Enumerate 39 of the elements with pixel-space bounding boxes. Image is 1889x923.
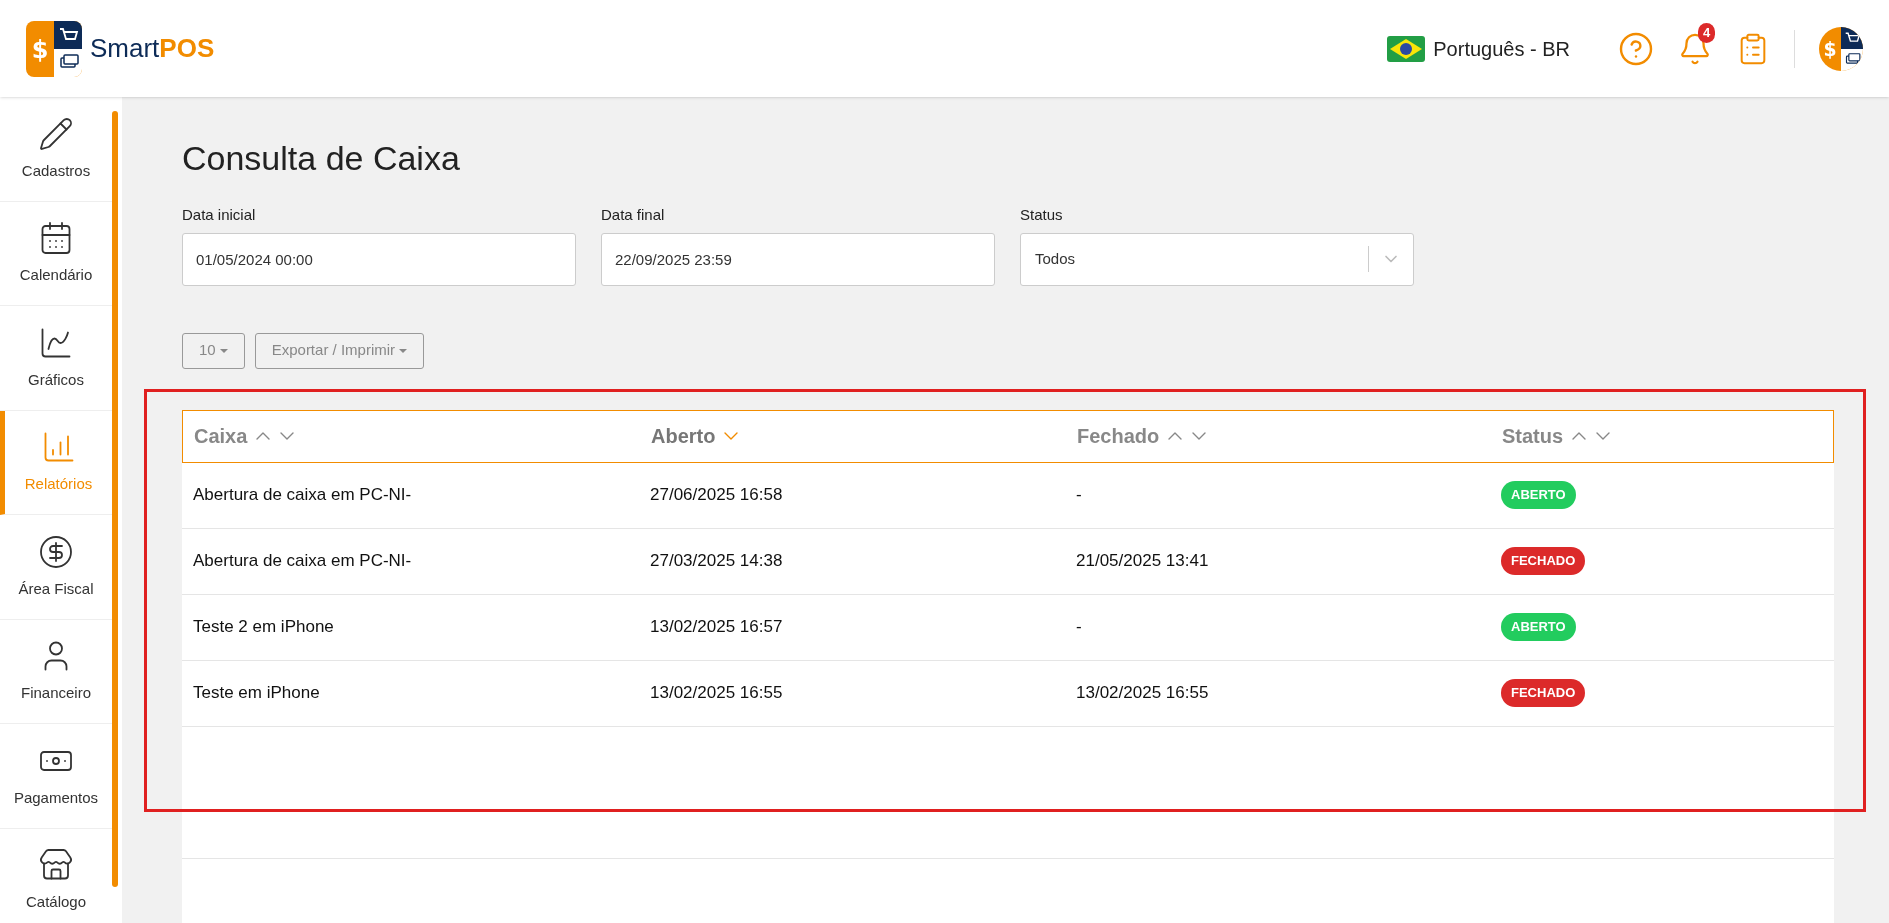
date-input[interactable]: 01/05/2024 00:00 xyxy=(182,232,576,286)
table-cell-text: 27/06/2025 16:58 xyxy=(649,484,784,507)
column-header[interactable]: Caixa xyxy=(183,421,640,451)
table-cell-text: 21/05/2025 13:41 xyxy=(1075,550,1210,573)
table-cell-text: 13/02/2025 16:55 xyxy=(1075,682,1210,705)
field-label: Data inicial xyxy=(182,205,257,225)
page-title: Consulta de Caixa xyxy=(182,138,461,179)
help-icon[interactable] xyxy=(1618,30,1654,67)
caret-icon xyxy=(399,348,408,353)
field-label: Data final xyxy=(601,205,666,225)
table-cell-text: 13/02/2025 16:57 xyxy=(649,616,784,639)
column-header[interactable]: Status xyxy=(1491,421,1833,451)
select-value: Todos xyxy=(1035,248,1077,269)
table-cell-text: - xyxy=(1075,484,1083,507)
caret-icon xyxy=(219,348,228,353)
table-cell-text: Teste em iPhone xyxy=(192,682,321,705)
dollar-circle-icon xyxy=(38,533,74,570)
column-header[interactable]: Fechado xyxy=(1066,421,1491,451)
table-cell-text: Abertura de caixa em PC-NI- xyxy=(192,550,413,573)
table-cell-text: - xyxy=(1075,616,1083,639)
status-badge: FECHADO xyxy=(1501,547,1586,575)
status-badge: ABERTO xyxy=(1501,481,1576,509)
flag-icon xyxy=(1387,35,1426,62)
status-badge: ABERTO xyxy=(1501,613,1576,641)
table-cell-text: Abertura de caixa em PC-NI- xyxy=(192,484,413,507)
column-header[interactable]: Aberto xyxy=(640,421,1066,451)
logo-icon: $ xyxy=(26,20,82,77)
status-select[interactable]: Todos xyxy=(1020,232,1414,286)
table-cell-text: 13/02/2025 16:55 xyxy=(649,682,784,705)
table-cell-text: Teste 2 em iPhone xyxy=(192,616,335,639)
table-cell-text: 27/03/2025 14:38 xyxy=(649,550,784,573)
field-label: Status xyxy=(1020,205,1064,225)
brand-name: SmartPOS xyxy=(90,32,215,65)
language-selector[interactable]: Português - BR xyxy=(1387,33,1570,64)
status-badge: FECHADO xyxy=(1501,679,1586,707)
pencil-icon xyxy=(38,115,74,152)
notification-badge: 4 xyxy=(1698,22,1716,43)
date-input[interactable]: 22/09/2025 23:59 xyxy=(601,232,995,286)
scrollbar[interactable] xyxy=(112,111,118,887)
